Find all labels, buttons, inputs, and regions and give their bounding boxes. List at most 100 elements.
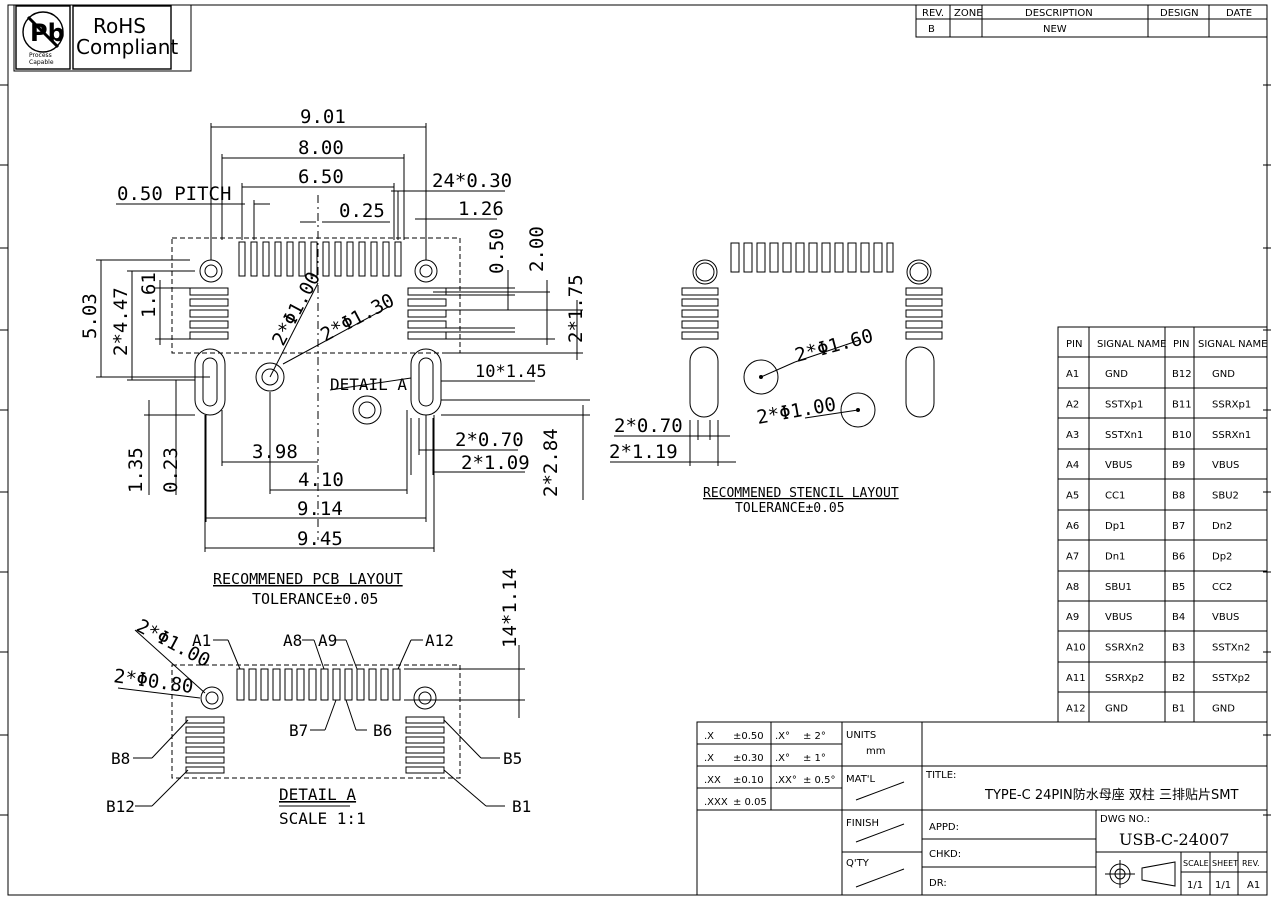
dwg-no-label: DWG NO.: <box>1100 814 1150 825</box>
units-value: mm <box>866 746 885 757</box>
rev-header-date: DATE <box>1226 8 1252 19</box>
pcb-dim-slot145: 10*1.45 <box>475 362 547 382</box>
pcb-dim-200: 2.00 <box>526 226 548 272</box>
pb-caption-1: Process <box>29 52 52 59</box>
detail-label-a9: A9 <box>318 631 337 650</box>
pcb-dim-175: 2*1.75 <box>565 274 587 343</box>
rev-value: B <box>928 24 935 35</box>
appd-label: APPD: <box>929 822 959 833</box>
sheet-label: SHEET <box>1212 859 1238 868</box>
stencil-layout-view: 2*Φ1.60 2*Φ1.00 2*0.70 2*1.19 RECOMMENED… <box>609 242 943 516</box>
pcb-dim-050: 0.50 <box>486 228 508 274</box>
rohs-line2: Compliant <box>76 35 178 59</box>
revision-block: REV. ZONE DESCRIPTION DESIGN DATE B NEW <box>915 4 1268 38</box>
sheet-value: 1/1 <box>1215 880 1231 891</box>
pin-table-cell-signal-b: GND <box>1212 369 1235 380</box>
detail-label-b1: B1 <box>512 797 531 816</box>
finish-label: FINISH <box>846 818 879 829</box>
pin-table-cell-pin-a: A1 <box>1066 369 1079 380</box>
pin-table-cell-signal-b: SSRXp1 <box>1212 399 1251 410</box>
qty-label: Q'TY <box>846 858 870 869</box>
rev-header-rev: REV. <box>922 8 944 19</box>
rev-header-description: DESCRIPTION <box>1025 8 1093 19</box>
detail-label-b8: B8 <box>111 749 130 768</box>
detail-a-scale: SCALE 1:1 <box>279 809 366 828</box>
pcb-dim-d100: 2*Φ1.00 <box>268 268 325 349</box>
rev-label: REV. <box>1242 859 1260 868</box>
tolerance-angle-label: .X° <box>775 753 790 764</box>
rev-header-zone: ZONE <box>954 8 983 19</box>
pin-table-cell-pin-b: B2 <box>1172 673 1185 684</box>
pcb-top-pads <box>238 241 402 277</box>
detail-label-b6: B6 <box>373 721 392 740</box>
tolerance-label: .X <box>704 731 714 742</box>
tolerance-label: .X <box>704 753 714 764</box>
pin-table-cell-signal-a: GND <box>1105 703 1128 714</box>
pin-table-cell-pin-a: A6 <box>1066 521 1079 532</box>
pcb-dim-398: 3.98 <box>252 441 298 463</box>
pin-table-cell-pin-a: A4 <box>1066 460 1079 471</box>
pin-table-cell-pin-a: A3 <box>1066 430 1079 441</box>
pin-table-cell-pin-b: B3 <box>1172 643 1185 654</box>
tolerance-angle-value: ± 2° <box>803 731 826 742</box>
detail-a-title: DETAIL A <box>279 785 356 804</box>
tolerance-value: ± 0.05 <box>733 797 767 808</box>
tolerance-label: .XX <box>704 775 721 786</box>
tolerance-angle-value: ± 1° <box>803 753 826 764</box>
pin-header-signal-a: SIGNAL NAME <box>1097 339 1166 350</box>
scale-value: 1/1 <box>1187 880 1203 891</box>
pin-table-cell-pin-a: A12 <box>1066 703 1086 714</box>
stencil-top-pads <box>730 242 894 273</box>
pcb-dim-109: 2*1.09 <box>461 452 530 474</box>
rev-header-design: DESIGN <box>1160 8 1199 19</box>
title-block: .X ±0.50 .X° ± 2° .X ±0.30 .X° ± 1° .XX ±0.10 .XX°… <box>696 721 1268 896</box>
pcb-dim-135: 1.35 <box>125 447 147 493</box>
pin-table-cell-signal-a: SSTXn1 <box>1105 430 1143 441</box>
pin-table-cell-signal-a: Dn1 <box>1105 551 1125 562</box>
pin-table-cell-signal-b: Dp2 <box>1212 551 1232 562</box>
pcb-dim-901: 9.01 <box>300 106 346 128</box>
pcb-dim-023: 0.23 <box>160 447 182 493</box>
units-label: UNITS <box>846 730 876 741</box>
pcb-dim-945: 9.45 <box>297 528 343 550</box>
pcb-layout-tolerance: TOLERANCE±0.05 <box>252 590 378 608</box>
scale-label: SCALE <box>1183 859 1209 868</box>
tolerance-angle-value: ± 0.5° <box>803 775 835 786</box>
pin-table-cell-signal-b: CC2 <box>1212 582 1232 593</box>
pcb-side-pads <box>189 287 447 340</box>
pcb-dim-800: 8.00 <box>298 137 344 159</box>
detail-side-pads <box>185 716 445 774</box>
pin-header-pin-b: PIN <box>1173 339 1189 350</box>
pin-header-pin-a: PIN <box>1066 339 1082 350</box>
pin-table-cell-pin-a: A7 <box>1066 551 1079 562</box>
pin-table-cell-signal-b: SSTXp2 <box>1212 673 1250 684</box>
tolerance-angle-label: .XX° <box>775 775 797 786</box>
pin-table-cell-signal-b: SSTXn2 <box>1212 643 1250 654</box>
detail-label-b7: B7 <box>289 721 308 740</box>
pcb-dim-pitch: 0.50 PITCH <box>117 183 231 205</box>
pcb-dim-d130: 2*Φ1.30 <box>317 289 398 346</box>
pin-table: PIN SIGNAL NAME PIN SIGNAL NAME A1 GND B12… <box>1057 326 1268 723</box>
pcb-dim-161: 1.61 <box>138 272 160 318</box>
pin-table-cell-signal-b: VBUS <box>1212 460 1239 471</box>
pcb-dim-410: 4.10 <box>298 469 344 491</box>
pcb-dim-284: 2*2.84 <box>540 428 562 497</box>
pin-table-cell-signal-b: GND <box>1212 703 1235 714</box>
pin-table-cell-pin-b: B12 <box>1172 369 1192 380</box>
pcb-dim-650: 6.50 <box>298 166 344 188</box>
pin-table-cell-signal-a: CC1 <box>1105 491 1125 502</box>
tolerance-value: ±0.10 <box>733 775 764 786</box>
stencil-dim-d160: 2*Φ1.60 <box>793 325 876 367</box>
tolerance-angle-label: .X° <box>775 731 790 742</box>
stencil-layout-title: RECOMMENED STENCIL LAYOUT <box>703 486 899 501</box>
tolerance-value: ±0.50 <box>733 731 764 742</box>
rev-value-cell: A1 <box>1247 880 1260 891</box>
pin-table-cell-signal-a: SSTXp1 <box>1105 399 1143 410</box>
pin-table-cell-pin-b: B9 <box>1172 460 1185 471</box>
pcb-dim-025: 0.25 <box>339 200 385 222</box>
pb-free-logo-icon: Pb Process Capable <box>22 11 65 66</box>
matl-label: MAT'L <box>846 774 876 785</box>
pin-table-cell-signal-a: VBUS <box>1105 612 1132 623</box>
stencil-dim-d100: 2*Φ1.00 <box>755 393 838 429</box>
pin-table-cell-pin-a: A8 <box>1066 582 1079 593</box>
